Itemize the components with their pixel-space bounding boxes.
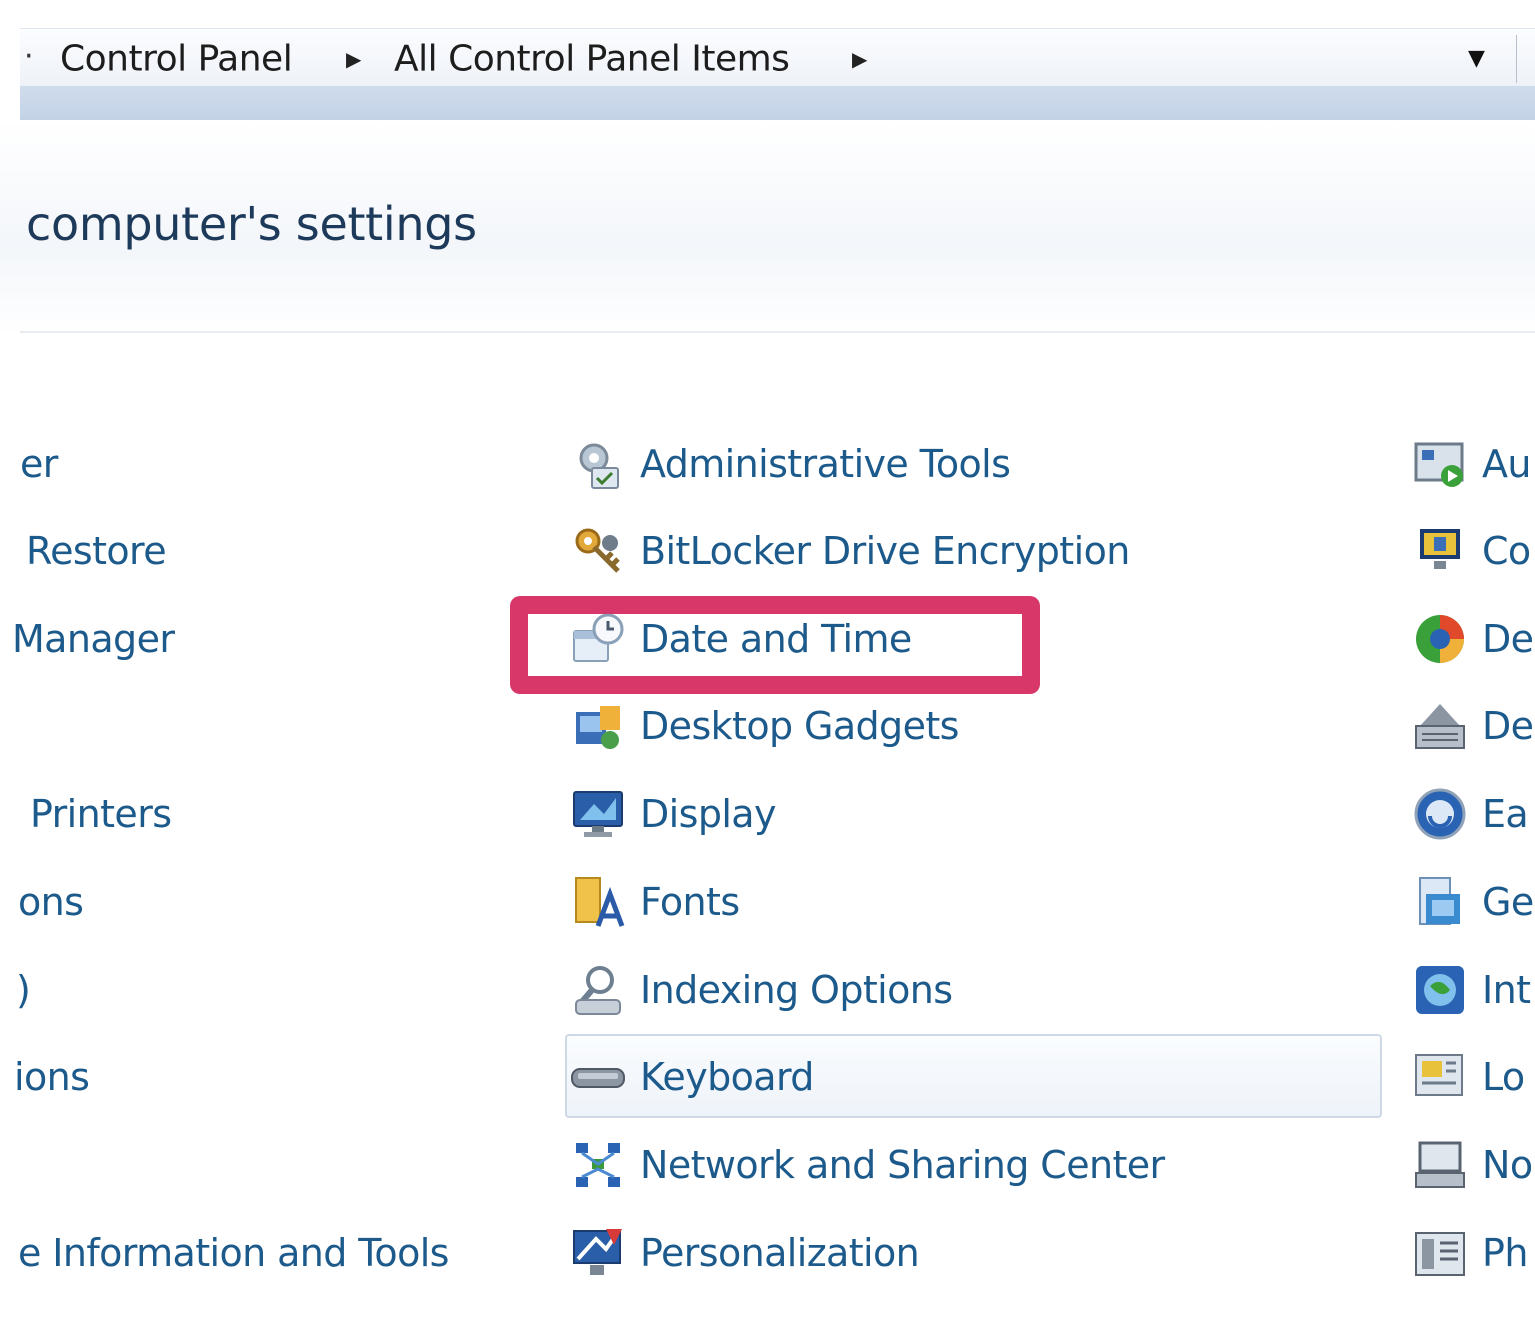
left-item[interactable]: ) — [16, 954, 31, 1026]
notification-icon — [1412, 1137, 1468, 1193]
item-getting-started[interactable]: Ge — [1412, 866, 1534, 938]
left-item[interactable]: Restore — [26, 515, 167, 587]
item-fonts[interactable]: Fonts — [570, 866, 740, 938]
getting-started-icon — [1412, 874, 1468, 930]
indexing-options-icon — [570, 962, 626, 1018]
item-indexing-options[interactable]: Indexing Options — [570, 954, 953, 1026]
left-item[interactable]: ons — [18, 866, 84, 938]
item-autoplay[interactable]: Au — [1412, 428, 1531, 500]
bitlocker-icon — [570, 523, 626, 579]
left-item[interactable]: e Information and Tools — [18, 1217, 449, 1289]
header-separator — [20, 331, 1535, 333]
control-panel-window: · Control Panel ▶ All Control Panel Item… — [0, 0, 1535, 1340]
breadcrumb-overflow[interactable]: · — [24, 39, 34, 74]
breadcrumb-chevron-icon[interactable]: ▶ — [346, 47, 361, 71]
desktop-gadgets-icon — [570, 698, 626, 754]
item-phone-modem[interactable]: Ph — [1412, 1217, 1528, 1289]
item-keyboard[interactable]: Keyboard — [570, 1041, 814, 1113]
breadcrumb-control-panel[interactable]: Control Panel — [60, 39, 293, 80]
item-notification-icons[interactable]: No — [1412, 1129, 1533, 1201]
display-icon — [570, 786, 626, 842]
item-ease-of-access[interactable]: Ea — [1412, 778, 1529, 850]
page-title: computer's settings — [26, 197, 477, 251]
item-location-sensors[interactable]: Lo — [1412, 1041, 1525, 1113]
default-programs-icon — [1412, 611, 1468, 667]
internet-options-icon — [1412, 962, 1468, 1018]
item-color-management[interactable]: Co — [1412, 515, 1531, 587]
fonts-icon — [570, 874, 626, 930]
item-bitlocker[interactable]: BitLocker Drive Encryption — [570, 515, 1130, 587]
ease-of-access-icon — [1412, 786, 1468, 842]
device-manager-icon — [1412, 698, 1468, 754]
breadcrumb-chevron-icon[interactable]: ▶ — [852, 47, 867, 71]
address-dropdown-icon[interactable]: ▼ — [1468, 46, 1485, 71]
toolbar-band — [20, 86, 1535, 120]
location-sensors-icon — [1412, 1049, 1468, 1105]
item-display[interactable]: Display — [570, 778, 776, 850]
item-personalization[interactable]: Personalization — [570, 1217, 920, 1289]
item-internet-options[interactable]: Int — [1412, 954, 1531, 1026]
address-bar[interactable]: · Control Panel ▶ All Control Panel Item… — [20, 28, 1535, 87]
personalization-icon — [570, 1225, 626, 1281]
color-management-icon — [1412, 523, 1468, 579]
item-desktop-gadgets[interactable]: Desktop Gadgets — [570, 690, 959, 762]
item-administrative-tools[interactable]: Administrative Tools — [570, 428, 1011, 500]
network-icon — [570, 1137, 626, 1193]
breadcrumb-all-items[interactable]: All Control Panel Items — [394, 39, 790, 80]
date-time-highlight-box — [510, 596, 1040, 694]
left-item[interactable]: ions — [14, 1041, 90, 1113]
item-device-manager[interactable]: De — [1412, 690, 1534, 762]
left-item[interactable]: er — [20, 428, 58, 500]
item-network-sharing[interactable]: Network and Sharing Center — [570, 1129, 1165, 1201]
left-item[interactable]: Printers — [30, 778, 172, 850]
keyboard-icon — [570, 1049, 626, 1105]
left-item[interactable]: Manager — [12, 603, 175, 675]
phone-modem-icon — [1412, 1225, 1468, 1281]
administrative-tools-icon — [570, 436, 626, 492]
address-divider — [1516, 35, 1517, 83]
autoplay-icon — [1412, 436, 1468, 492]
item-default-programs[interactable]: De — [1412, 603, 1534, 675]
